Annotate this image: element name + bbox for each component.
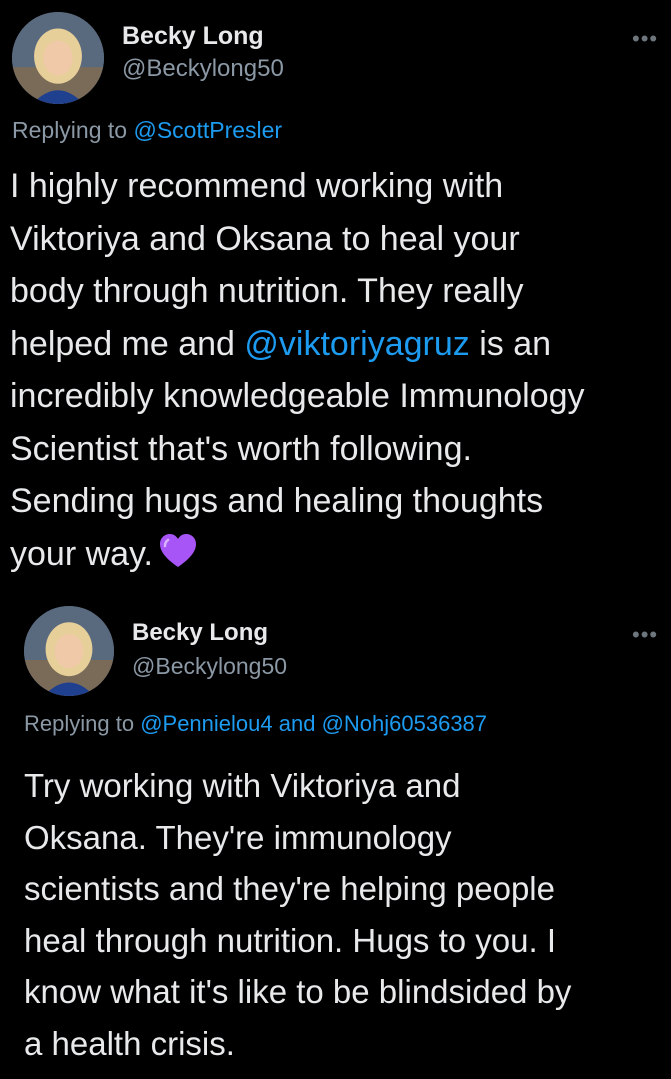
author-name[interactable]: Becky Long xyxy=(132,619,268,647)
tweet-text-line: Viktoriya and Oksana to heal your xyxy=(10,219,520,258)
tweet-text-line: a health crisis. xyxy=(24,1024,235,1062)
replying-to-and: and xyxy=(272,711,322,736)
replying-to-label: Replying to xyxy=(12,117,134,143)
purple-heart-icon xyxy=(159,532,197,585)
avatar-photo-icon xyxy=(12,12,104,104)
replying-to: Replying to @ScottPresler xyxy=(12,117,282,144)
tweet-text-fragment: is an xyxy=(469,324,552,363)
more-icon[interactable]: ••• xyxy=(632,26,658,52)
tweet-text-fragment: your way. xyxy=(10,534,153,573)
tweet-text: I highly recommend working with Viktoriy… xyxy=(10,160,670,584)
tweet-text-line: Oksana. They're immunology xyxy=(24,818,452,856)
tweet-text: Try working with Viktoriya and Oksana. T… xyxy=(24,760,669,1069)
tweet-text-fragment: helped me and xyxy=(10,324,245,363)
tweet-text-line: your way. xyxy=(10,528,670,585)
tweet-text-line: heal through nutrition. Hugs to you. I xyxy=(24,921,556,959)
mention-link[interactable]: @viktoriyagruz xyxy=(244,325,469,363)
author-name[interactable]: Becky Long xyxy=(122,22,264,51)
tweet-text-line: scientists and they're helping people xyxy=(24,870,555,907)
author-handle[interactable]: @Beckylong50 xyxy=(122,55,284,83)
replying-to-label: Replying to xyxy=(24,711,141,736)
avatar-photo-icon xyxy=(24,606,114,696)
author-handle[interactable]: @Beckylong50 xyxy=(132,653,287,680)
replying-to: Replying to @Pennielou4 and @Nohj6053638… xyxy=(24,711,487,737)
tweet-text-line: Try working with Viktoriya and xyxy=(24,767,461,804)
tweet-1[interactable]: Becky Long @Beckylong50 ••• Replying to … xyxy=(0,0,671,590)
tweet-text-line: body through nutrition. They really xyxy=(10,272,524,310)
replying-to-link[interactable]: @Nohj60536387 xyxy=(322,711,487,736)
tweet-text-line: Scientist that's worth following. xyxy=(10,429,472,468)
more-icon[interactable]: ••• xyxy=(632,622,658,648)
tweet-text-line: know what it's like to be blindsided by xyxy=(24,973,572,1010)
replying-to-link[interactable]: @Pennielou4 xyxy=(140,711,272,736)
avatar[interactable] xyxy=(24,606,114,696)
replying-to-link[interactable]: @ScottPresler xyxy=(133,117,282,143)
tweet-text-line: Sending hugs and healing thoughts xyxy=(10,482,544,520)
tweet-text-line: I highly recommend working with xyxy=(10,167,504,205)
tweet-text-line: incredibly knowledgeable Immunology xyxy=(10,377,585,415)
avatar[interactable] xyxy=(12,12,104,104)
tweet-text-line: helped me and @viktoriyagruz is an xyxy=(10,318,670,371)
